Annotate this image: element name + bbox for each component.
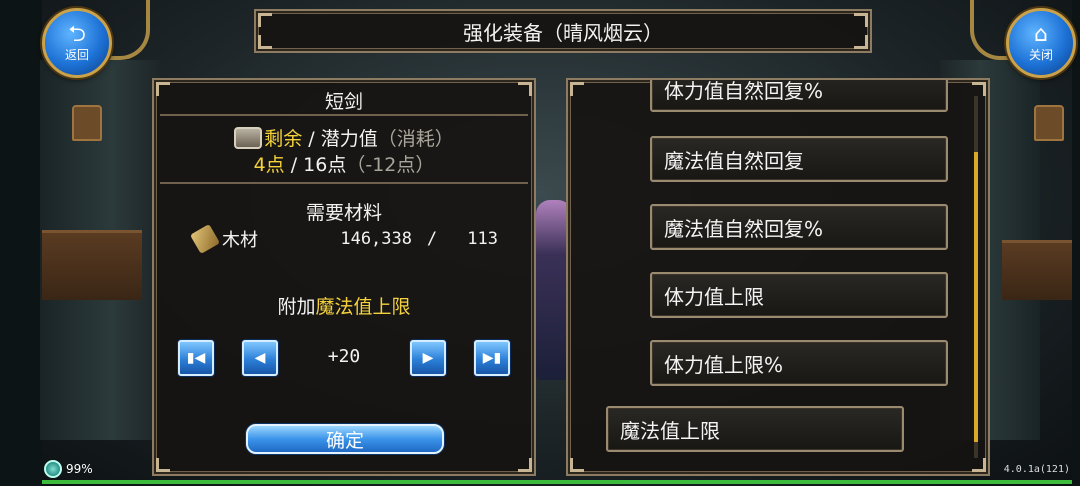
consume-label: （消耗）: [377, 128, 454, 150]
add-stat-prefix: 附加: [277, 296, 316, 318]
stat-option[interactable]: 体力值上限: [650, 272, 948, 318]
skip-to-first-button[interactable]: ▮◀: [178, 340, 214, 376]
item-name: 短剑: [324, 90, 363, 113]
scene-table-right: [1002, 240, 1072, 300]
potential-values: 4点 / 16点（-12点）: [160, 152, 528, 178]
frame-corner: [972, 82, 986, 96]
stat-option-label: 体力值自然回复%: [664, 78, 824, 103]
material-need: 113: [467, 229, 498, 249]
version-label: 4.0.1a(121): [1003, 464, 1070, 475]
back-button[interactable]: ⮌ 返回: [42, 8, 112, 78]
right-border: [1072, 0, 1080, 486]
stat-option-label: 体力值上限%: [664, 352, 784, 377]
add-stat-text: 附加魔法值上限: [154, 292, 534, 319]
stat-option[interactable]: 体力值自然回复%: [650, 78, 948, 112]
material-have: 146,338: [340, 229, 412, 249]
add-stat-name: 魔法值上限: [315, 296, 411, 318]
confirm-button[interactable]: 确定: [246, 424, 444, 454]
treasure-chest-icon: [234, 127, 263, 149]
battery-indicator: 99%: [44, 460, 93, 478]
next-icon: ▶: [422, 350, 434, 366]
frame-corner: [570, 458, 584, 472]
title-bar: 强化装备（晴风烟云）: [254, 9, 872, 53]
stat-option-selected[interactable]: 魔法值上限: [606, 406, 904, 452]
stat-list-panel: 体力值自然回复% 魔法值自然回复 魔法值自然回复% 体力值上限 体力值上限% 魔…: [566, 78, 990, 476]
scrollbar-thumb[interactable]: [974, 152, 978, 442]
step-value: +20: [327, 346, 361, 367]
enhance-panel: 短剑 剩余 / 潜力值（消耗） 4点 / 16点（-12点） 需要材料 木材 1…: [152, 78, 536, 476]
stat-option-label: 体力值上限: [664, 284, 764, 309]
page-title: 强化装备（晴风烟云）: [463, 20, 663, 45]
frame-corner: [854, 35, 868, 49]
potential-labels: 剩余 / 潜力值（消耗）: [160, 126, 528, 152]
remaining-value: 4点: [253, 154, 285, 176]
material-name: 木材: [222, 230, 258, 251]
previous-button[interactable]: ◀: [242, 340, 278, 376]
stat-option[interactable]: 体力值上限%: [650, 340, 948, 386]
close-label: 关闭: [1028, 47, 1053, 62]
potential-box: 剩余 / 潜力值（消耗） 4点 / 16点（-12点）: [160, 118, 528, 184]
frame-corner: [258, 35, 272, 49]
stat-option[interactable]: 魔法值自然回复%: [650, 204, 948, 250]
frame-corner: [518, 458, 532, 472]
materials-title: 需要材料: [305, 202, 382, 224]
home-icon: ⌂: [1034, 21, 1048, 47]
material-separator: /: [426, 229, 438, 249]
potential-label: 潜力值: [320, 128, 378, 150]
battery-icon: [44, 460, 62, 478]
previous-icon: ◀: [254, 350, 266, 366]
skip-to-first-icon: ▮◀: [186, 350, 206, 366]
lantern-left: [72, 105, 102, 141]
skip-to-last-button[interactable]: ▶▮: [474, 340, 510, 376]
stat-option-label: 魔法值自然回复%: [664, 216, 824, 241]
skip-to-last-icon: ▶▮: [482, 350, 502, 366]
confirm-label: 确定: [325, 429, 364, 452]
scene-table-left: [42, 230, 142, 300]
separator: /: [284, 154, 304, 176]
next-button[interactable]: ▶: [410, 340, 446, 376]
lantern-right: [1034, 105, 1064, 141]
experience-bar: [42, 480, 1072, 484]
stat-option-label: 魔法值自然回复: [664, 148, 804, 173]
consume-value: （-12点）: [346, 154, 435, 176]
item-header: 短剑: [160, 86, 528, 116]
return-arrow-icon: ⮌: [68, 21, 86, 47]
stat-option[interactable]: 魔法值自然回复: [650, 136, 948, 182]
frame-corner: [156, 458, 170, 472]
wood-icon: [189, 223, 221, 255]
separator: /: [302, 128, 321, 150]
close-button[interactable]: ⌂ 关闭: [1006, 8, 1076, 78]
left-border: [0, 0, 42, 486]
frame-corner: [854, 13, 868, 27]
frame-corner: [258, 13, 272, 27]
remaining-label: 剩余: [264, 128, 303, 150]
material-row: 木材 146,338 / 113: [189, 223, 514, 255]
frame-corner: [570, 82, 584, 96]
frame-corner: [972, 458, 986, 472]
back-label: 返回: [64, 47, 89, 62]
total-value: 16点: [303, 154, 347, 176]
stat-option-label: 魔法值上限: [620, 418, 720, 443]
battery-value: 99%: [66, 462, 93, 476]
